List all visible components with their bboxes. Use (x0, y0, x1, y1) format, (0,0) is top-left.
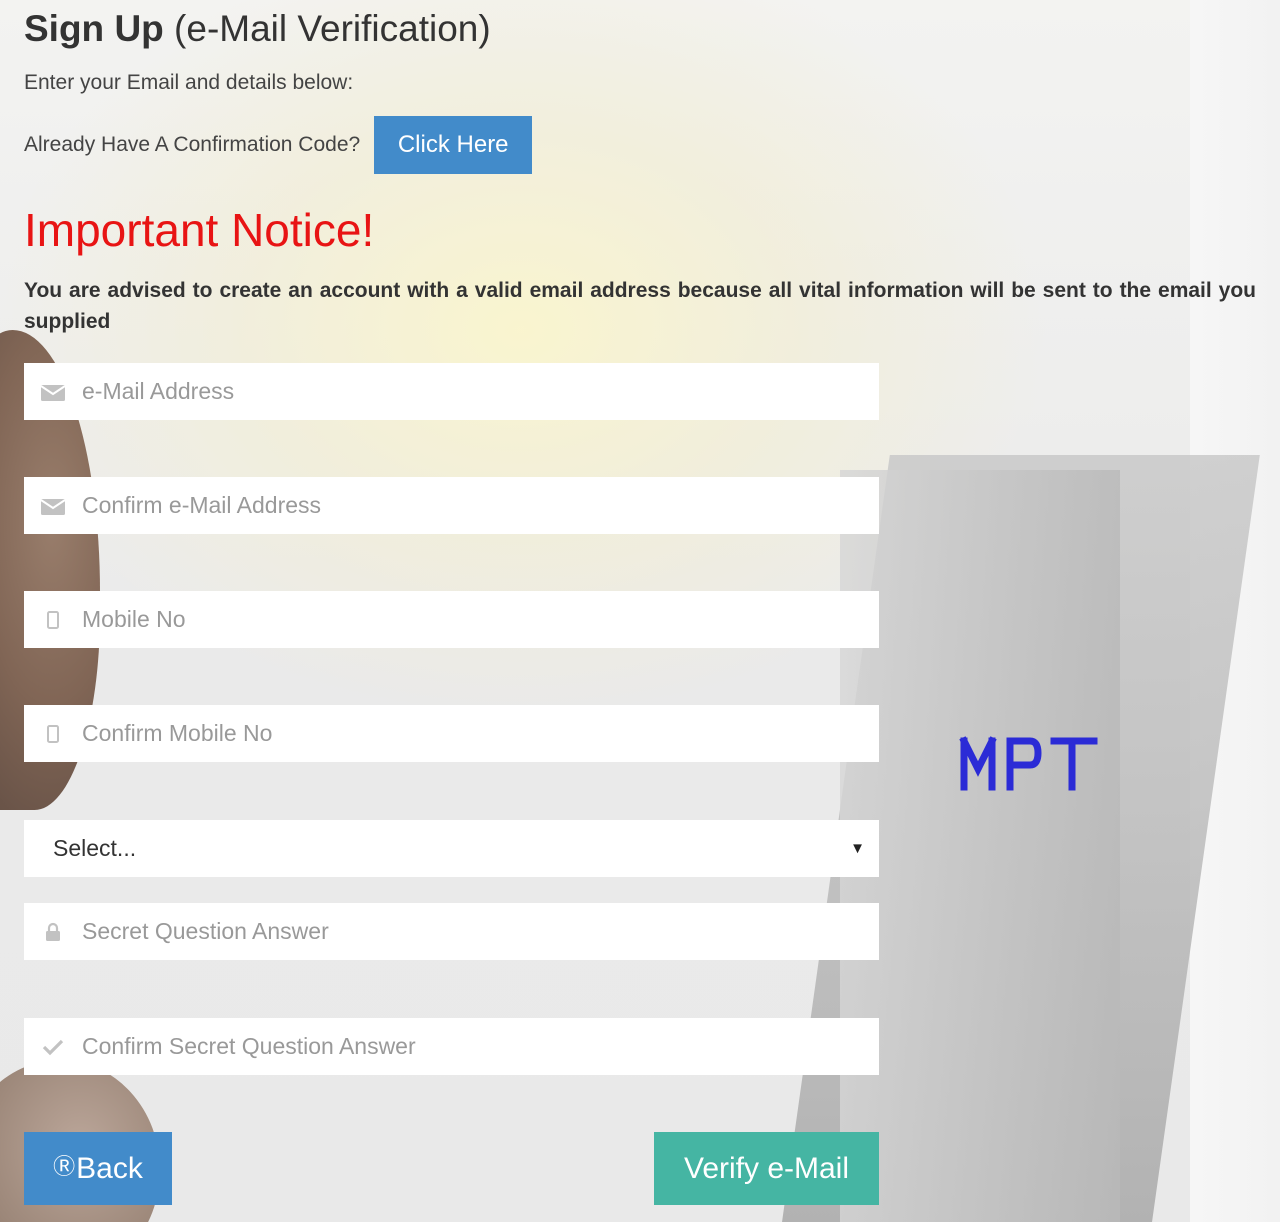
back-button[interactable]: Ⓡ Back (24, 1132, 172, 1205)
confirm-email-input[interactable] (82, 477, 879, 534)
lock-icon (24, 922, 82, 942)
page-title-bold: Sign Up (24, 8, 164, 49)
confirm-secret-answer-input[interactable] (82, 1018, 879, 1075)
checkmark-icon (24, 1038, 82, 1056)
back-button-label: Back (76, 1151, 143, 1185)
email-field (24, 363, 879, 420)
page-subtitle: Enter your Email and details below: (24, 71, 354, 94)
secret-question-select[interactable]: Select... ▼ (24, 820, 879, 877)
verify-email-button[interactable]: Verify e-Mail (654, 1132, 879, 1205)
click-here-button[interactable]: Click Here (374, 116, 533, 174)
secret-answer-field (24, 903, 879, 960)
confirm-email-field (24, 477, 879, 534)
notice-title: Important Notice! (24, 204, 375, 256)
mobile-input[interactable] (82, 591, 879, 648)
secret-answer-input[interactable] (82, 903, 879, 960)
confirmation-code-label: Already Have A Confirmation Code? (24, 133, 361, 156)
dropdown-caret-icon: ▼ (850, 840, 865, 857)
confirm-mobile-input[interactable] (82, 705, 879, 762)
mobile-phone-icon (24, 610, 82, 629)
mobile-phone-icon (24, 724, 82, 743)
secret-question-selected: Select... (53, 835, 137, 861)
notice-text: You are advised to create an account wit… (24, 279, 1256, 333)
confirm-mobile-field (24, 705, 879, 762)
confirm-secret-answer-field (24, 1018, 879, 1075)
background-monitor-face (840, 470, 1120, 1222)
captcha-image (958, 731, 1100, 793)
page-title-rest: (e-Mail Verification) (174, 8, 491, 49)
back-arrow-icon: Ⓡ (53, 1153, 76, 1179)
envelope-icon (24, 496, 82, 516)
email-input[interactable] (82, 363, 879, 420)
envelope-icon (24, 382, 82, 402)
mobile-field (24, 591, 879, 648)
page-title: Sign Up (e-Mail Verification) (24, 8, 491, 50)
confirmation-code-row: Already Have A Confirmation Code? Click … (24, 116, 533, 174)
